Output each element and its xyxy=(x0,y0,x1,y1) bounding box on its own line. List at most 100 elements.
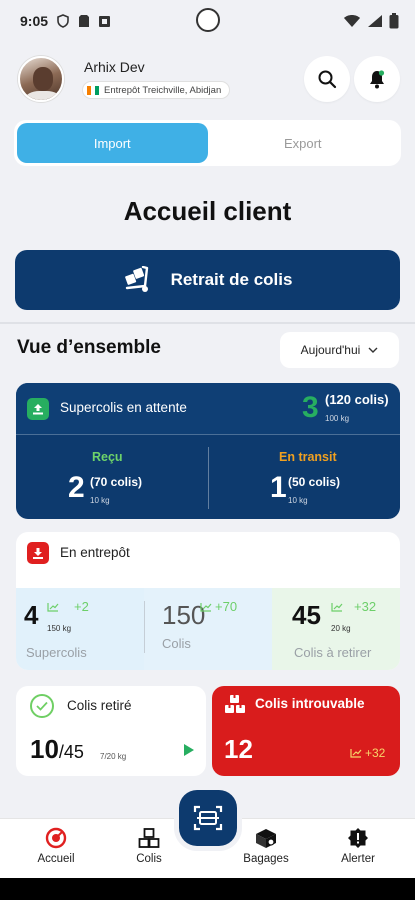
transit-count: 1 xyxy=(270,471,287,504)
recu-label: Reçu xyxy=(92,450,123,464)
chevron-down-icon xyxy=(368,347,378,353)
supercolis-colis: (120 colis) xyxy=(325,392,389,407)
nav-colis-label: Colis xyxy=(136,853,162,865)
trend-up-icon xyxy=(331,602,343,612)
nav-alerter-label: Alerter xyxy=(341,853,375,865)
period-dropdown[interactable]: Aujourd'hui xyxy=(280,332,399,368)
entrepot-colis-delta-value: +70 xyxy=(215,599,238,614)
entrepot-colis-delta: +70 xyxy=(200,599,237,614)
supercolis-divider xyxy=(208,447,209,509)
colis-retire-title: Colis retiré xyxy=(67,698,132,713)
entrepot-supercolis-delta-value: +2 xyxy=(74,599,89,614)
nav-colis[interactable]: Colis xyxy=(114,827,184,865)
period-value: Aujourd'hui xyxy=(300,343,361,357)
recu-weight: 10 kg xyxy=(90,496,110,505)
alert-icon xyxy=(348,828,368,848)
shield-status-icon xyxy=(57,14,69,28)
battery-icon xyxy=(389,13,399,29)
entrepot-title: En entrepôt xyxy=(60,545,130,560)
page-title: Accueil client xyxy=(123,196,292,226)
app-status-icon xyxy=(99,15,111,27)
nav-alerter[interactable]: Alerter xyxy=(323,827,393,865)
tab-export[interactable]: Export xyxy=(208,123,399,163)
play-arrow-icon[interactable] xyxy=(184,744,194,756)
entrepot-a-retirer-delta-value: +32 xyxy=(354,599,377,614)
hand-truck-icon xyxy=(124,266,148,292)
colis-introuvable-card[interactable]: Colis introuvable 12 +32 xyxy=(212,686,400,776)
entrepot-card[interactable]: En entrepôt 4 150 kg +2 Supercolis 150 +… xyxy=(16,532,400,670)
import-export-toggle: Import Export xyxy=(14,120,401,166)
entrepot-supercolis-delta: +2 xyxy=(47,599,89,614)
nav-bagages[interactable]: Bagages xyxy=(231,827,301,865)
section-divider xyxy=(0,322,415,324)
nav-accueil-label: Accueil xyxy=(37,853,75,865)
nav-accueil[interactable]: Accueil xyxy=(21,827,91,865)
upload-box-icon xyxy=(27,398,49,420)
colis-retire-count: 10 xyxy=(30,734,59,764)
trend-up-icon xyxy=(350,749,362,758)
recu-count: 2 xyxy=(68,471,85,504)
entrepot-colis-label: Colis xyxy=(162,636,191,651)
location-chip[interactable]: Entrepôt Treichville, Abidjan xyxy=(82,81,231,99)
download-box-icon xyxy=(27,542,49,564)
supercolis-count: 3 xyxy=(302,391,319,424)
bags-icon xyxy=(256,829,276,848)
bell-icon xyxy=(370,70,385,89)
home-icon xyxy=(45,827,67,849)
retrait-colis-label: Retrait de colis xyxy=(170,270,293,289)
boxes-icon xyxy=(225,695,245,713)
entrepot-a-retirer-value: 45 xyxy=(292,600,321,630)
camera-cutout xyxy=(196,8,220,32)
entrepot-colis-a-retirer-stat[interactable]: 45 20 kg +32 Colis à retirer xyxy=(272,588,400,670)
user-name: Arhix Dev xyxy=(84,59,145,75)
recu-colis: (70 colis) xyxy=(90,475,143,489)
scan-icon xyxy=(193,805,223,831)
transit-weight: 10 kg xyxy=(288,496,308,505)
entrepot-colis-value: 150 xyxy=(162,600,206,630)
supercolis-label: Supercolis en attente xyxy=(60,400,187,415)
entrepot-divider xyxy=(144,601,145,653)
boxes-icon xyxy=(138,828,160,848)
retrait-colis-button[interactable]: Retrait de colis xyxy=(15,250,400,310)
transit-colis: (50 colis) xyxy=(288,475,341,489)
status-time: 9:05 xyxy=(20,13,49,29)
entrepot-supercolis-stat[interactable]: 4 150 kg +2 Supercolis xyxy=(16,588,144,670)
colis-introuvable-delta: +32 xyxy=(350,746,385,760)
app-screen: 9:05 Arhix Dev Entrepôt Treichville, Abi… xyxy=(0,0,415,900)
colis-introuvable-delta-value: +32 xyxy=(365,746,386,760)
avatar[interactable] xyxy=(18,56,64,102)
transit-label: En transit xyxy=(279,450,337,464)
gesture-bar xyxy=(0,878,415,900)
entrepot-a-retirer-delta: +32 xyxy=(331,599,376,614)
colis-introuvable-count: 12 xyxy=(224,734,253,764)
colis-introuvable-title: Colis introuvable xyxy=(255,696,365,711)
sim-status-icon xyxy=(79,15,90,27)
wifi-icon xyxy=(344,15,360,27)
colis-retire-total: /45 xyxy=(58,742,84,762)
check-circle-icon xyxy=(30,694,54,718)
search-icon xyxy=(318,70,337,89)
search-button[interactable] xyxy=(304,56,350,102)
entrepot-a-retirer-weight: 20 kg xyxy=(331,624,351,633)
signal-icon xyxy=(368,15,382,27)
location-label: Entrepôt Treichville, Abidjan xyxy=(104,84,222,96)
entrepot-a-retirer-label: Colis à retirer xyxy=(294,645,372,660)
overview-title: Vue d’ensemble xyxy=(17,337,161,358)
status-bar: 9:05 xyxy=(0,0,415,42)
entrepot-supercolis-weight: 150 kg xyxy=(47,624,72,633)
supercolis-weight: 100 kg xyxy=(325,414,350,423)
entrepot-colis-stat[interactable]: 150 +70 Colis xyxy=(144,588,272,670)
supercolis-card[interactable]: Supercolis en attente 3 (120 colis) 100 … xyxy=(16,383,400,519)
entrepot-supercolis-value: 4 xyxy=(24,600,39,630)
trend-up-icon xyxy=(200,602,212,612)
scan-button[interactable] xyxy=(179,790,237,846)
tab-import[interactable]: Import xyxy=(17,123,208,163)
colis-retire-card[interactable]: Colis retiré 10/45 7/20 kg xyxy=(16,686,206,776)
colis-retire-weight: 7/20 kg xyxy=(100,752,127,761)
entrepot-supercolis-label: Supercolis xyxy=(26,645,87,660)
ivory-coast-flag-icon xyxy=(87,85,99,95)
notifications-button[interactable] xyxy=(354,56,400,102)
trend-up-icon xyxy=(47,602,59,612)
colis-retire-value: 10/45 xyxy=(30,734,84,765)
nav-bagages-label: Bagages xyxy=(243,853,289,865)
